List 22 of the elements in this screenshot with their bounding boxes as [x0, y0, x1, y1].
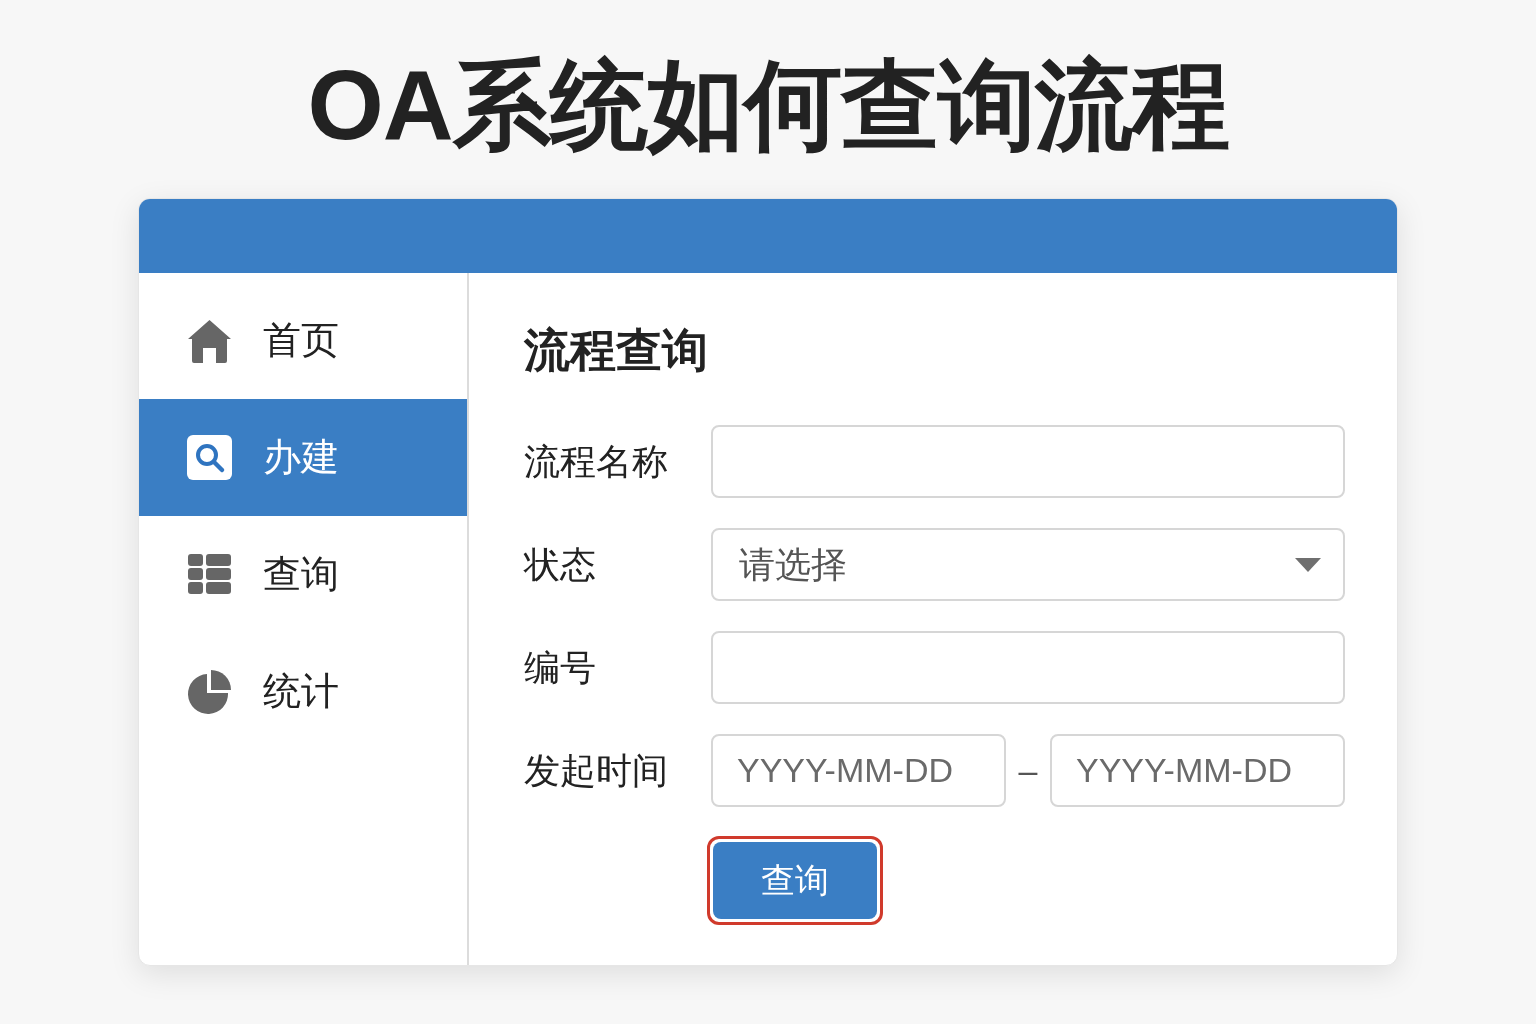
- page-title: OA系统如何查询流程: [307, 49, 1229, 162]
- pie-chart-icon: [187, 669, 232, 714]
- date-field[interactable]: YYYY-MM-DD: [711, 734, 1006, 807]
- sidebar-item[interactable]: 办建: [139, 399, 467, 516]
- search-icon: [187, 435, 232, 480]
- field-label: 发起时间: [524, 748, 669, 793]
- sidebar-item[interactable]: 查询: [139, 516, 467, 633]
- field-label: 流程名称: [524, 439, 669, 484]
- date-field[interactable]: YYYY-MM-DD: [1050, 734, 1345, 807]
- sidebar-item[interactable]: 首页: [139, 282, 467, 399]
- home-icon: [187, 318, 232, 363]
- grid-icon: [187, 552, 232, 597]
- query-button[interactable]: 查询: [713, 842, 877, 919]
- field-label: 编号: [524, 645, 597, 690]
- select-field[interactable]: 请选择: [711, 528, 1345, 601]
- caret-icon: [1295, 557, 1321, 572]
- range-separator: –: [1017, 750, 1039, 791]
- input-field[interactable]: [711, 631, 1345, 704]
- field-label: 状态: [524, 542, 597, 587]
- panel-heading: 流程查询: [524, 323, 709, 378]
- sidebar-item[interactable]: 统计: [139, 633, 467, 750]
- input-field[interactable]: [711, 425, 1345, 498]
